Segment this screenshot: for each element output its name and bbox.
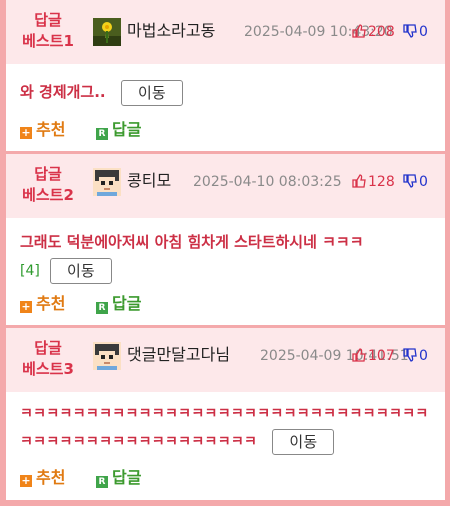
- flower-avatar[interactable]: [93, 18, 121, 46]
- best-reply-1: 답글 베스트1 마법소라고동 2025-04-09 10:43:20 208 0…: [6, 0, 445, 150]
- dislike-button[interactable]: 0: [403, 22, 428, 42]
- reply-text: ㅋㅋㅋㅋㅋㅋㅋㅋㅋㅋㅋㅋㅋㅋㅋㅋㅋㅋㅋㅋㅋㅋㅋㅋㅋㅋㅋㅋㅋㅋㅋㅋㅋㅋㅋㅋㅋㅋㅋㅋ…: [20, 406, 429, 450]
- timestamp: 2025-04-10 08:03:25: [193, 174, 342, 190]
- recommend-label: 추천: [36, 120, 66, 139]
- badge-rank: 베스트3: [22, 360, 74, 378]
- recommend-button[interactable]: + 추천: [20, 294, 65, 314]
- reply-r-icon: R: [96, 302, 108, 314]
- best-reply-3: 답글 베스트3 댓글만달고다님 2025-04-09 10:41:51 107 …: [6, 328, 445, 500]
- reply-button[interactable]: R 답글: [96, 294, 141, 314]
- move-button[interactable]: 이동: [120, 79, 183, 106]
- reply-label: 답글: [112, 120, 142, 139]
- move-button[interactable]: 이동: [272, 429, 335, 455]
- reply-header: 답글 베스트2 콩티모 2025-04-10 08:03:25 128 0: [6, 154, 445, 218]
- reply-count[interactable]: [4]: [20, 263, 40, 279]
- reply-content: ㅋㅋㅋㅋㅋㅋㅋㅋㅋㅋㅋㅋㅋㅋㅋㅋㅋㅋㅋㅋㅋㅋㅋㅋㅋㅋㅋㅋㅋㅋㅋㅋㅋㅋㅋㅋㅋㅋㅋㅋ…: [20, 400, 440, 456]
- reply-label: 답글: [112, 294, 142, 313]
- dislike-count: 0: [419, 24, 428, 40]
- dislike-button[interactable]: 0: [403, 172, 428, 192]
- reply-header: 답글 베스트1 마법소라고동 2025-04-09 10:43:20 208 0: [6, 0, 445, 64]
- recommend-label: 추천: [36, 294, 66, 313]
- thumbs-up-icon: [352, 174, 366, 188]
- dislike-count: 0: [419, 348, 428, 364]
- reply-button[interactable]: R 답글: [96, 468, 141, 488]
- reply-text: 와 경제개그..: [20, 83, 106, 101]
- reply-label: 답글: [112, 468, 142, 487]
- badge-rank: 베스트2: [22, 186, 74, 204]
- badge-label: 답글: [34, 11, 62, 29]
- reply-actions: + 추천 R 답글: [20, 120, 320, 140]
- plus-icon: +: [20, 126, 32, 139]
- nickname[interactable]: 마법소라고동: [127, 21, 215, 41]
- best-badge: 답글 베스트1: [12, 10, 84, 52]
- recommend-label: 추천: [36, 468, 66, 487]
- like-button[interactable]: 128: [352, 172, 395, 192]
- pixel-face-avatar[interactable]: [93, 342, 121, 370]
- best-replies-panel: 답글 베스트1 마법소라고동 2025-04-09 10:43:20 208 0…: [6, 0, 445, 500]
- nickname[interactable]: 콩티모: [127, 171, 171, 191]
- thumbs-up-icon: [352, 24, 366, 38]
- thumbs-up-icon: [352, 348, 366, 362]
- nickname[interactable]: 댓글만달고다님: [127, 345, 230, 365]
- best-reply-2: 답글 베스트2 콩티모 2025-04-10 08:03:25 128 0 그래…: [6, 154, 445, 324]
- reply-header: 답글 베스트3 댓글만달고다님 2025-04-09 10:41:51 107 …: [6, 328, 445, 392]
- reply-actions: + 추천 R 답글: [20, 294, 320, 314]
- reply-text: 그래도 덕분에아저씨 아침 힘차게 스타트하시네 ㅋㅋㅋ: [20, 233, 364, 251]
- like-count: 128: [368, 174, 395, 190]
- like-count: 107: [368, 348, 395, 364]
- best-badge: 답글 베스트2: [12, 164, 84, 206]
- badge-label: 답글: [34, 165, 62, 183]
- reply-content: 와 경제개그.. 이동: [20, 78, 440, 106]
- dislike-button[interactable]: 0: [403, 346, 428, 366]
- thumbs-down-icon: [403, 24, 417, 38]
- reply-button[interactable]: R 답글: [96, 120, 141, 140]
- plus-icon: +: [20, 300, 32, 313]
- reply-r-icon: R: [96, 128, 108, 140]
- like-button[interactable]: 107: [352, 346, 395, 366]
- badge-rank: 베스트1: [22, 32, 74, 50]
- reply-content: 그래도 덕분에아저씨 아침 힘차게 스타트하시네 ㅋㅋㅋ [4] 이동: [20, 228, 440, 285]
- like-button[interactable]: 208: [352, 22, 395, 42]
- move-button[interactable]: 이동: [49, 257, 112, 284]
- dislike-count: 0: [419, 174, 428, 190]
- pixel-face-avatar[interactable]: [93, 168, 121, 196]
- thumbs-down-icon: [403, 174, 417, 188]
- reply-r-icon: R: [96, 476, 108, 488]
- reply-actions: + 추천 R 답글: [20, 468, 320, 488]
- plus-icon: +: [20, 474, 32, 487]
- like-count: 208: [368, 24, 395, 40]
- badge-label: 답글: [34, 339, 62, 357]
- best-badge: 답글 베스트3: [12, 338, 84, 380]
- recommend-button[interactable]: + 추천: [20, 120, 65, 140]
- recommend-button[interactable]: + 추천: [20, 468, 65, 488]
- thumbs-down-icon: [403, 348, 417, 362]
